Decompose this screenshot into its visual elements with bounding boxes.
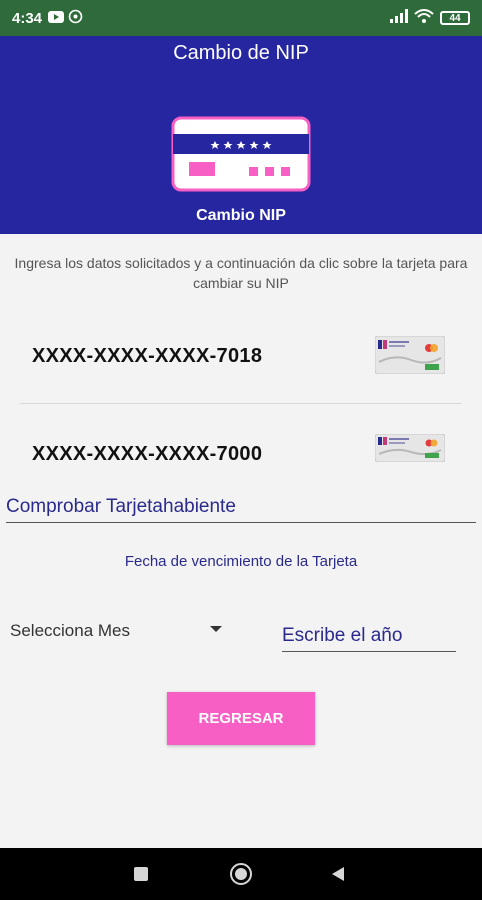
credit-card-icon bbox=[171, 116, 311, 197]
card-item-7000[interactable]: XXXX-XXXX-XXXX-7000 bbox=[0, 424, 482, 484]
page-title: Cambio de NIP bbox=[173, 42, 309, 64]
home-icon[interactable] bbox=[230, 863, 252, 885]
instructions-text: Ingresa los datos solicitados y a contin… bbox=[14, 255, 468, 291]
app-header: Cambio de NIP Cambio NIP bbox=[0, 36, 482, 234]
card-item-7018[interactable]: XXXX-XXXX-XXXX-7018 bbox=[0, 326, 482, 386]
bank-card-image bbox=[374, 433, 446, 467]
status-bar: 4:34 44 bbox=[0, 0, 482, 36]
month-select[interactable]: Selecciona Mes bbox=[10, 618, 230, 644]
bank-card-image bbox=[374, 335, 446, 379]
youtube-icon bbox=[48, 10, 65, 27]
card-divider bbox=[20, 403, 462, 404]
whatsapp-icon bbox=[68, 9, 83, 28]
signal-icon bbox=[390, 9, 408, 27]
system-nav-bar bbox=[0, 848, 482, 900]
recent-apps-icon[interactable] bbox=[134, 867, 148, 881]
card-number: XXXX-XXXX-XXXX-7000 bbox=[32, 442, 263, 465]
back-button[interactable]: REGRESAR bbox=[167, 692, 315, 745]
year-input[interactable] bbox=[282, 620, 456, 652]
status-time: 4:34 bbox=[12, 9, 43, 27]
card-number: XXXX-XXXX-XXXX-7018 bbox=[32, 344, 263, 367]
back-arrow-icon[interactable] bbox=[332, 867, 344, 881]
expiration-date-label: Fecha de vencimiento de la Tarjeta bbox=[124, 553, 358, 570]
month-select-value: Selecciona Mes bbox=[10, 621, 131, 640]
wifi-icon bbox=[414, 9, 434, 27]
battery-icon: 44 bbox=[440, 11, 470, 25]
dropdown-arrow-icon bbox=[210, 626, 222, 632]
header-subtitle: Cambio NIP bbox=[196, 207, 286, 224]
verify-cardholder-label: Comprobar Tarjetahabiente bbox=[6, 496, 476, 523]
